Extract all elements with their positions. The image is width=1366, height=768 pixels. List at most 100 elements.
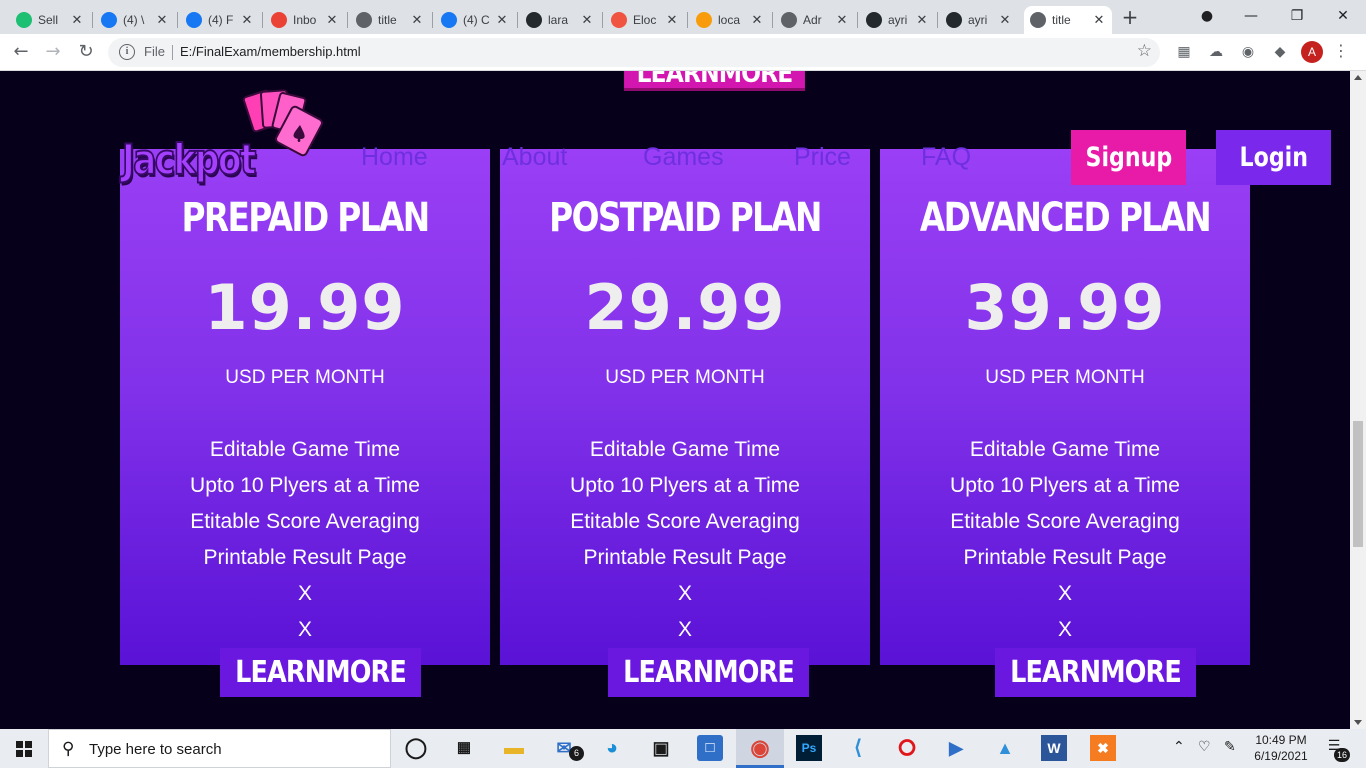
new-tab-button[interactable]: + — [1119, 6, 1141, 28]
address-bar[interactable]: i File E:/FinalExam/membership.html ☆ — [108, 38, 1160, 67]
show-hidden-icons-chevron-icon[interactable]: ⌃ — [1173, 739, 1185, 755]
close-tab-icon[interactable]: ✕ — [325, 12, 339, 28]
plan-price: 19.99 — [204, 271, 406, 344]
nav-games[interactable]: Games — [643, 143, 724, 172]
page-viewport: LEARNMORE PREPAID PLAN 19.99 USD PER MON… — [0, 71, 1350, 729]
pen-icon[interactable]: ✎ — [1224, 739, 1236, 755]
address-url[interactable]: E:/FinalExam/membership.html — [180, 44, 361, 59]
camera-extension-icon[interactable]: ◉ — [1239, 43, 1257, 61]
nav-home[interactable]: Home — [361, 143, 428, 172]
xampp-icon[interactable]: ✖ — [1090, 735, 1116, 761]
vscode-icon[interactable]: ⟨ — [845, 735, 871, 761]
start-button[interactable] — [0, 729, 48, 768]
close-tab-icon[interactable]: ✕ — [70, 12, 84, 28]
nav-faq[interactable]: FAQ — [921, 143, 971, 172]
minimize-button[interactable]: — — [1236, 4, 1266, 28]
browser-tab[interactable]: ayri ✕ — [860, 6, 935, 34]
profile-avatar[interactable]: A — [1301, 41, 1323, 63]
file-explorer-icon[interactable]: ▬ — [501, 735, 527, 761]
tab-search-icon[interactable]: ● — [1192, 4, 1222, 28]
plan-feature: Upto 10 Plyers at a Time — [950, 474, 1180, 497]
learnmore-button-advanced[interactable]: LEARNMORE — [995, 648, 1196, 697]
taskbar-search-box[interactable]: ⚲ Type here to search — [48, 729, 391, 768]
browser-tab[interactable]: (4) F ✕ — [180, 6, 260, 34]
scroll-down-arrow-icon[interactable] — [1354, 720, 1362, 725]
tab-label: ayri — [968, 13, 988, 27]
browser-menu-icon[interactable]: ⋮ — [1333, 42, 1349, 60]
back-icon[interactable]: ← — [10, 41, 32, 63]
photoshop-icon[interactable]: Ps — [796, 735, 822, 761]
partial-learnmore-button[interactable]: LEARNMORE — [624, 71, 805, 91]
tab-label: (4) C — [463, 13, 490, 27]
wifi-icon[interactable]: ♡ — [1198, 739, 1211, 755]
chrome-icon[interactable]: ◉ — [747, 735, 773, 761]
browser-tab[interactable]: Adr ✕ — [775, 6, 855, 34]
info-icon[interactable]: i — [119, 44, 135, 60]
tab-separator — [772, 12, 773, 28]
close-window-button[interactable]: ✕ — [1328, 4, 1358, 28]
close-tab-icon[interactable]: ✕ — [240, 12, 254, 28]
jackpot-logo[interactable]: Jackpot — [118, 83, 323, 185]
browser-tab[interactable]: Sell ✕ — [10, 6, 90, 34]
plan-feature: Upto 10 Plyers at a Time — [570, 474, 800, 497]
page-scrollbar[interactable] — [1350, 71, 1366, 729]
signup-button[interactable]: Signup — [1071, 130, 1186, 185]
browser-tab[interactable]: title ✕ — [350, 6, 430, 34]
nav-price[interactable]: Price — [794, 143, 851, 172]
browser-tab[interactable]: ayri ✕ — [940, 6, 1018, 34]
browser-tab[interactable]: Eloc ✕ — [605, 6, 685, 34]
system-clock[interactable]: 10:49 PM 6/19/2021 — [1248, 732, 1314, 764]
tab-separator — [687, 12, 688, 28]
close-tab-icon[interactable]: ✕ — [155, 12, 169, 28]
tab-label: (4) F — [208, 13, 234, 27]
tab-label: title — [378, 13, 397, 27]
reload-icon[interactable]: ↻ — [75, 41, 97, 63]
opera-icon[interactable]: ⭘ — [894, 735, 920, 761]
close-tab-icon[interactable]: ✕ — [665, 12, 679, 28]
plan-feature: Editable Game Time — [969, 438, 1161, 461]
calculator-app-icon[interactable]: □ — [697, 735, 723, 761]
photos-icon[interactable]: ▲ — [992, 735, 1018, 761]
signup-label: Signup — [1085, 142, 1172, 173]
cortana-icon[interactable]: ◯ — [403, 735, 429, 761]
browser-tab[interactable]: lara ✕ — [520, 6, 600, 34]
nav-about[interactable]: About — [502, 143, 567, 172]
browser-tab[interactable]: Inbo ✕ — [265, 6, 345, 34]
close-tab-icon[interactable]: ✕ — [410, 12, 424, 28]
browser-tab[interactable]: title ✕ — [1024, 6, 1112, 34]
close-tab-icon[interactable]: ✕ — [495, 12, 509, 28]
scroll-up-arrow-icon[interactable] — [1354, 75, 1362, 80]
browser-tab[interactable]: (4) C ✕ — [435, 6, 515, 34]
close-tab-icon[interactable]: ✕ — [835, 12, 849, 28]
learnmore-button-prepaid[interactable]: LEARNMORE — [220, 648, 421, 697]
tab-separator — [937, 12, 938, 28]
close-tab-icon[interactable]: ✕ — [750, 12, 764, 28]
task-view-icon[interactable]: ▦ — [451, 735, 477, 761]
tab-label: title — [1052, 13, 1071, 27]
bookmark-star-icon[interactable]: ☆ — [1137, 41, 1152, 61]
scroll-thumb[interactable] — [1353, 421, 1363, 547]
edge-icon[interactable]: ◕ — [599, 735, 625, 761]
tab-separator — [347, 12, 348, 28]
close-tab-icon[interactable]: ✕ — [998, 12, 1012, 28]
extensions-puzzle-icon[interactable]: ◆ — [1271, 43, 1289, 61]
media-player-icon[interactable]: ▶ — [943, 735, 969, 761]
plan-features: Editable Game Time Upto 10 Plyers at a T… — [880, 432, 1250, 648]
close-tab-icon[interactable]: ✕ — [915, 12, 929, 28]
plan-feature: X — [297, 618, 312, 641]
pdf-extension-icon[interactable]: ▦ — [1175, 43, 1193, 61]
word-icon[interactable]: W — [1041, 735, 1067, 761]
browser-tab[interactable]: loca ✕ — [690, 6, 770, 34]
restore-button[interactable]: ❐ — [1282, 4, 1312, 28]
close-tab-icon[interactable]: ✕ — [1092, 12, 1106, 28]
learnmore-button-postpaid[interactable]: LEARNMORE — [608, 648, 809, 697]
close-tab-icon[interactable]: ✕ — [580, 12, 594, 28]
browser-tab[interactable]: (4) \ ✕ — [95, 6, 175, 34]
cloud-extension-icon[interactable]: ☁ — [1207, 43, 1225, 61]
address-scheme-label: File — [144, 44, 165, 59]
plan-feature: Printable Result Page — [963, 546, 1167, 569]
github-icon — [946, 12, 962, 28]
forward-icon[interactable]: → — [42, 41, 64, 63]
store-icon[interactable]: ▣ — [648, 735, 674, 761]
login-button[interactable]: Login — [1216, 130, 1331, 185]
